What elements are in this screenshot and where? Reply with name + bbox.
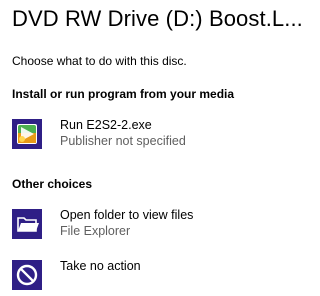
section-heading-install: Install or run program from your media [12,87,235,101]
section-heading-other: Other choices [12,177,93,191]
dialog-title: DVD RW Drive (D:) Boost.L... [12,6,303,31]
run-program-option[interactable]: Run E2S2-2.exe Publisher not specified [12,117,292,155]
run-program-publisher: Publisher not specified [60,134,186,148]
dialog-subtitle: Choose what to do with this disc. [12,54,187,68]
take-no-action-label: Take no action [60,259,141,273]
open-folder-label: Open folder to view files [60,208,194,222]
take-no-action-option[interactable]: Take no action [12,258,292,296]
run-program-label: Run E2S2-2.exe [60,118,152,132]
open-folder-app: File Explorer [60,224,131,238]
no-action-icon [12,260,42,290]
installer-icon [12,119,42,149]
open-folder-option[interactable]: Open folder to view files File Explorer [12,207,292,245]
folder-icon [12,209,42,239]
